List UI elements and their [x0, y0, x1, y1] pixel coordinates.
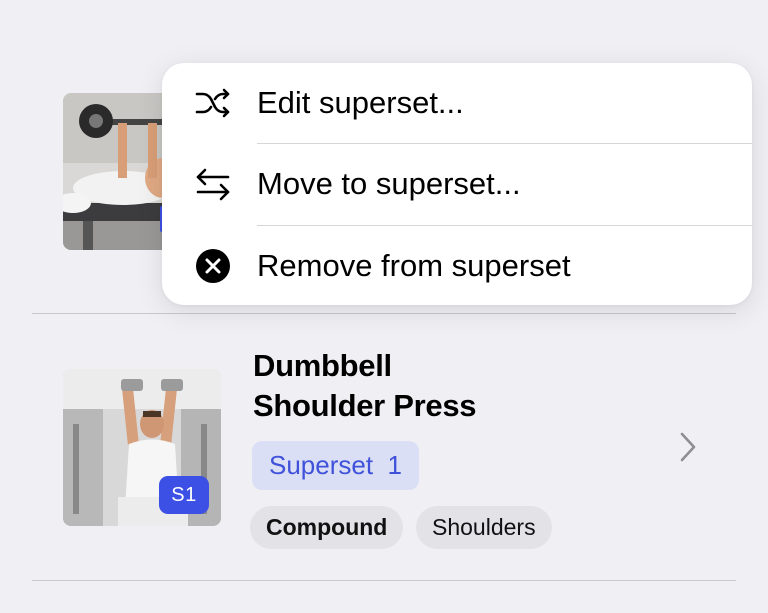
chevron-right-icon[interactable]: [676, 430, 700, 464]
exercise-title[interactable]: Dumbbell Shoulder Press: [253, 346, 553, 426]
x-circle-fill-icon: [194, 247, 232, 285]
menu-item-label: Edit superset...: [257, 85, 464, 120]
menu-item-remove-from-superset[interactable]: Remove from superset: [162, 226, 752, 305]
menu-item-label: Remove from superset: [257, 248, 571, 283]
arrows-swap-icon: [194, 165, 232, 203]
exercise-title-line2: Shoulder Press: [253, 388, 477, 423]
exercise-title-line1: Dumbbell: [253, 348, 392, 383]
menu-item-edit-superset[interactable]: Edit superset...: [162, 63, 752, 143]
menu-item-label: Move to superset...: [257, 166, 521, 201]
menu-item-move-to-superset[interactable]: Move to superset...: [162, 144, 752, 224]
superset-badge: S1: [159, 476, 209, 514]
row-divider: [32, 313, 736, 314]
tag-compound: Compound: [250, 506, 404, 549]
exercise-thumbnail-dumbbell-shoulder-press[interactable]: S1: [63, 369, 221, 526]
row-divider: [32, 580, 736, 581]
tag-shoulders: Shoulders: [416, 506, 552, 549]
context-menu: Edit superset... Move to superset... Rem…: [162, 63, 752, 305]
superset-pill[interactable]: Superset 1: [252, 441, 419, 490]
shuffle-icon: [194, 84, 232, 122]
